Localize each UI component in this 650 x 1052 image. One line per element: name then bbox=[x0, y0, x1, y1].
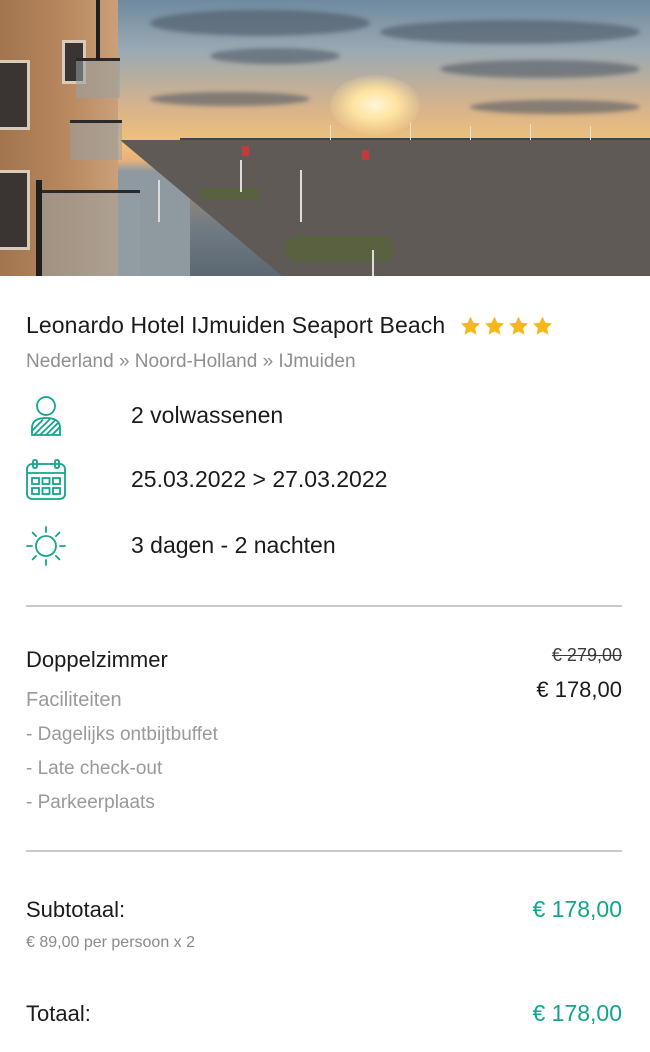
calendar-icon bbox=[26, 459, 66, 500]
hotel-photo bbox=[0, 0, 650, 276]
hotel-title-row: Leonardo Hotel IJmuiden Seaport Beach bbox=[26, 312, 554, 339]
guests-row: 2 volwassenen bbox=[24, 394, 283, 438]
room-price: € 178,00 bbox=[536, 677, 622, 702]
subtotal-value: € 178,00 bbox=[532, 896, 622, 922]
star-rating bbox=[459, 315, 554, 337]
divider bbox=[26, 605, 622, 607]
total-value: € 178,00 bbox=[532, 1000, 622, 1026]
location-breadcrumb: Nederland » Noord-Holland » IJmuiden bbox=[26, 351, 356, 372]
star-icon bbox=[533, 316, 553, 335]
dates-row: 25.03.2022 > 27.03.2022 bbox=[24, 458, 387, 502]
star-icon bbox=[509, 316, 529, 335]
facility-item: - Dagelijks ontbijtbuffet bbox=[26, 724, 218, 745]
original-price: € 279,00 bbox=[551, 645, 622, 665]
facility-item: - Late check-out bbox=[26, 758, 163, 779]
dates-text: 25.03.2022 > 27.03.2022 bbox=[131, 466, 388, 492]
facility-item: - Parkeerplaats bbox=[26, 792, 155, 813]
per-person-price: € 89,00 per persoon x 2 bbox=[26, 934, 196, 951]
subtotal-label: Subtotaal: bbox=[26, 897, 126, 922]
divider bbox=[26, 850, 622, 852]
duration-text: 3 dagen - 2 nachten bbox=[131, 532, 336, 558]
person-icon bbox=[31, 396, 61, 436]
hotel-name: Leonardo Hotel IJmuiden Seaport Beach bbox=[26, 312, 446, 338]
sun-icon bbox=[26, 526, 66, 566]
duration-row: 3 dagen - 2 nachten bbox=[24, 524, 336, 568]
star-icon bbox=[461, 316, 481, 335]
facilities-title: Faciliteiten bbox=[26, 689, 122, 711]
guests-text: 2 volwassenen bbox=[131, 402, 284, 428]
star-icon bbox=[485, 316, 505, 335]
room-name: Doppelzimmer bbox=[26, 647, 168, 672]
total-label: Totaal: bbox=[26, 1001, 91, 1026]
